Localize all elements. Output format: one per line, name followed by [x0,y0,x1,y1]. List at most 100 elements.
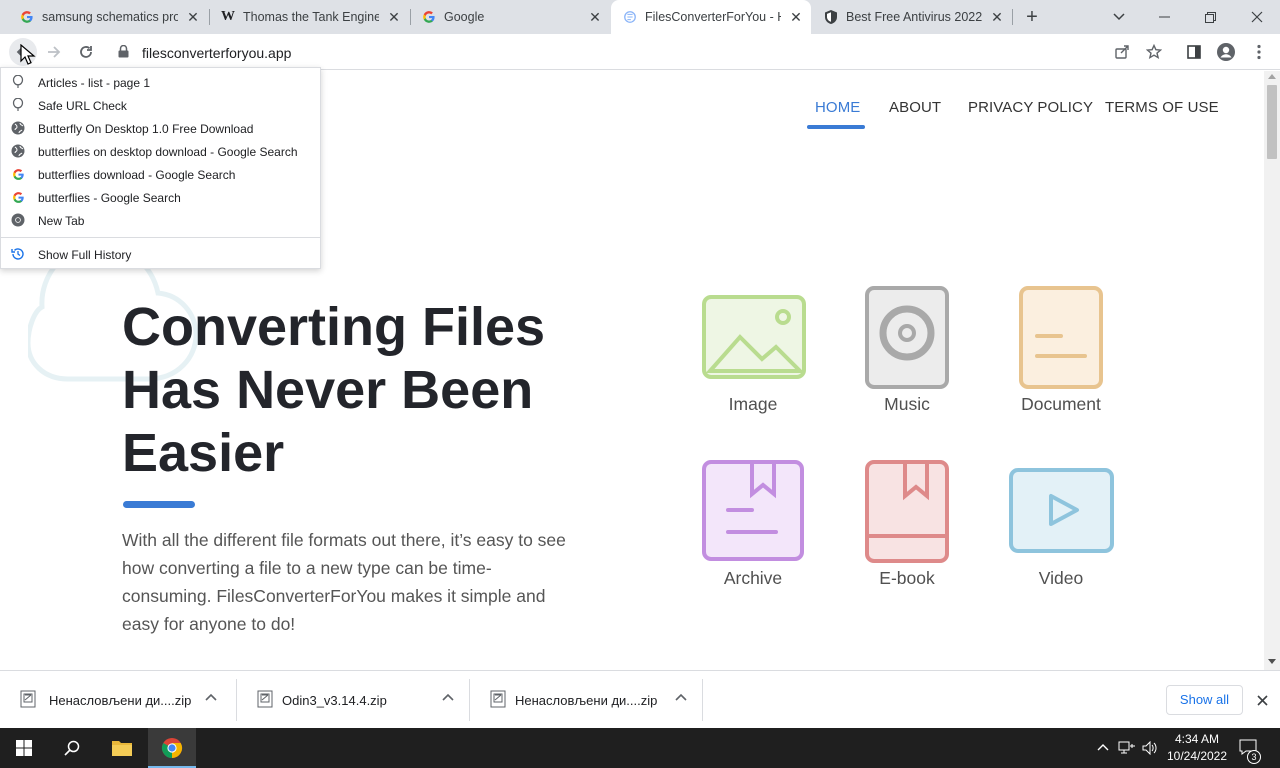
tab-samsung[interactable]: samsung schematics prog ✕ [8,0,208,34]
tab-strip: samsung schematics prog ✕ W Thomas the T… [0,0,1280,34]
lock-icon[interactable] [118,44,129,63]
show-full-history[interactable]: Show Full History [1,243,320,266]
download-item[interactable]: Ненасловљени ди....zip [0,671,233,729]
back-history-menu: Articles - list - page 1 Safe URL Check … [0,67,321,269]
page-scrollbar[interactable] [1264,71,1280,670]
system-clock[interactable]: 4:34 AM 10/24/2022 [1164,731,1230,765]
close-downloads-bar-button[interactable] [1253,691,1271,709]
new-tab-button[interactable]: + [1021,7,1043,27]
scroll-down-icon[interactable] [1268,659,1276,664]
avatar-icon [1217,43,1235,61]
file-type-label: Music [884,394,930,414]
download-item[interactable]: Odin3_v3.14.4.zip [237,671,470,729]
share-icon [1115,45,1129,59]
close-window-button[interactable] [1234,0,1280,34]
nav-about[interactable]: ABOUT [889,99,941,116]
url-text[interactable]: filesconverterforyou.app [142,45,291,61]
zip-file-icon [490,690,506,708]
document-file-icon [1019,286,1103,389]
close-tab-icon[interactable]: ✕ [989,9,1005,25]
share-button[interactable] [1108,38,1136,66]
google-g-icon [421,9,437,25]
zip-file-icon [257,690,273,708]
balloon-icon [11,75,25,89]
bookmark-button[interactable] [1140,38,1168,66]
tab-antivirus[interactable]: Best Free Antivirus 2022 - ✕ [812,0,1012,34]
tab-thomas[interactable]: W Thomas the Tank Engine - ✕ [209,0,409,34]
minimize-button[interactable] [1141,0,1187,34]
nav-home[interactable]: HOME [815,99,860,116]
download-item[interactable]: Ненасловљени ди....zip [470,671,703,729]
tab-filesconverter[interactable]: FilesConverterForYou - H ✕ [611,0,811,34]
tab-title: Best Free Antivirus 2022 - [846,10,982,24]
arrow-right-icon [48,46,61,58]
restore-icon [1204,11,1216,23]
chevron-down-icon [1113,13,1125,21]
reload-button[interactable] [72,38,100,66]
globe-icon [11,121,25,135]
file-type-label: E-book [879,568,935,588]
network-icon[interactable] [1118,741,1136,755]
history-item[interactable]: Safe URL Check [1,94,320,117]
show-all-downloads-button[interactable]: Show all [1166,685,1243,715]
menu-button[interactable] [1245,38,1273,66]
file-type-label: Video [1038,568,1084,588]
history-item[interactable]: Articles - list - page 1 [1,71,320,94]
search-icon [64,740,80,756]
close-tab-icon[interactable]: ✕ [788,9,804,25]
video-file-icon [1009,468,1114,553]
image-file-icon [702,295,806,379]
chevron-up-icon[interactable] [205,693,217,701]
file-type-label: Image [728,394,778,414]
history-item[interactable]: butterflies - Google Search [1,186,320,209]
file-explorer-button[interactable] [98,728,146,768]
minimize-icon [1158,16,1170,18]
chevron-up-icon[interactable] [442,693,454,701]
restore-button[interactable] [1187,0,1233,34]
close-tab-icon[interactable]: ✕ [386,9,402,25]
side-panel-icon [1187,45,1201,59]
close-tab-icon[interactable]: ✕ [587,9,603,25]
forward-button[interactable] [40,38,68,66]
start-button[interactable] [0,728,48,768]
history-item[interactable]: butterflies download - Google Search [1,163,320,186]
tab-search-button[interactable] [1096,0,1142,34]
side-panel-button[interactable] [1180,38,1208,66]
kebab-menu-icon [1257,44,1261,60]
music-file-icon [865,286,949,389]
browser-toolbar: filesconverterforyou.app [0,34,1280,70]
scrollbar-thumb[interactable] [1267,85,1277,159]
history-item[interactable]: New Tab [1,209,320,232]
volume-icon[interactable] [1142,741,1158,755]
chevron-up-icon[interactable] [675,693,687,701]
close-icon [1256,694,1268,706]
scroll-up-icon[interactable] [1268,74,1276,79]
nav-privacy-policy[interactable]: PRIVACY POLICY [968,99,1093,116]
history-item[interactable]: Butterfly On Desktop 1.0 Free Download [1,117,320,140]
ebook-file-icon [865,460,949,563]
nav-terms-of-use[interactable]: TERMS OF USE [1105,99,1219,116]
address-bar[interactable]: filesconverterforyou.app [104,38,1176,66]
shield-icon [823,9,839,25]
reload-icon [80,46,92,58]
chrome-taskbar-button[interactable] [148,728,196,768]
site-globe-icon [622,9,638,25]
folder-icon [112,741,132,756]
chevron-up-icon[interactable] [1097,743,1109,751]
google-g-icon [11,190,25,204]
close-tab-icon[interactable]: ✕ [185,9,201,25]
taskbar-search-button[interactable] [48,728,96,768]
close-icon [1251,11,1263,23]
tab-google[interactable]: Google ✕ [410,0,610,34]
archive-file-icon [702,460,804,561]
profile-button[interactable] [1212,38,1240,66]
chrome-icon [11,213,25,227]
google-g-icon [11,167,25,181]
wikipedia-w-icon: W [221,9,235,24]
history-item[interactable]: butterflies on desktop download - Google… [1,140,320,163]
google-g-icon [19,9,35,25]
zip-file-icon [20,690,36,708]
balloon-icon [11,98,25,112]
hero-title: Converting Files Has Never Been Easier [122,297,546,483]
downloads-bar: Ненасловљени ди....zip Odin3_v3.14.4.zip… [0,670,1280,728]
